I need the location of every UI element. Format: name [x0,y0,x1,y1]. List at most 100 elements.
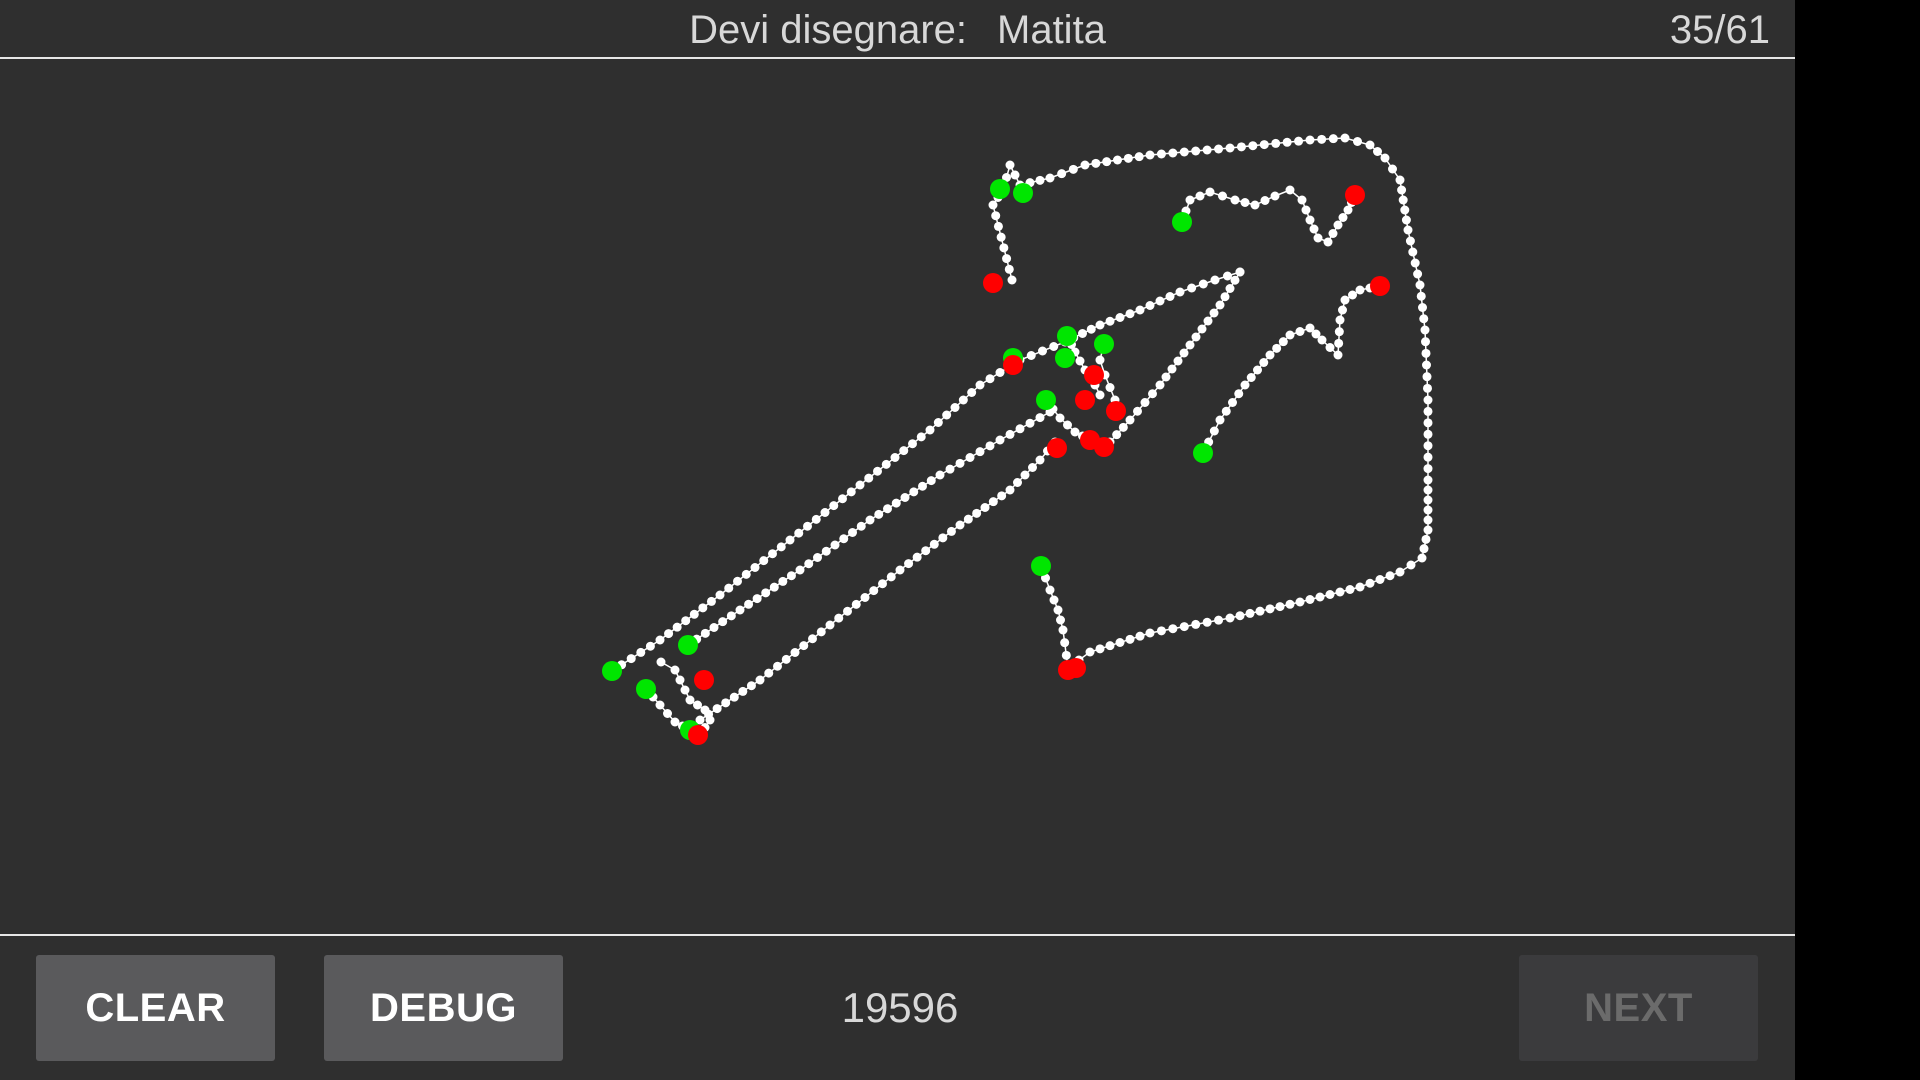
stroke-point [790,648,800,657]
stroke-point [1272,343,1282,353]
stroke-point [851,599,861,609]
stroke-point [1423,418,1433,428]
stroke-point [1156,626,1166,636]
stroke-point [985,374,995,384]
stroke-point [999,243,1009,253]
stroke-point [890,453,900,462]
prompt-label: Devi disegnare: [689,8,967,52]
next-button[interactable]: NEXT [1519,955,1758,1061]
stroke-point [1145,628,1155,638]
stroke-point [1010,170,1020,180]
stroke-point [1340,133,1350,143]
stroke-point [1005,485,1015,495]
drawing-prompt: Devi disegnare: Matita [0,0,1795,57]
stroke-point [1156,149,1166,159]
stroke-point [1020,470,1030,480]
stroke-point [1328,229,1338,238]
stroke-point [1125,415,1135,425]
stroke-point [1095,644,1105,654]
stroke-start-point [678,635,698,655]
stroke-point [995,435,1005,445]
stroke-point [1038,346,1047,356]
stroke-point [1285,599,1295,609]
stroke-point [991,211,1001,221]
stroke-point [955,458,965,468]
stroke-point [950,403,960,412]
stroke-point [1209,308,1219,318]
drawing-canvas[interactable] [0,59,1795,934]
stroke-point [1191,146,1201,156]
stroke-start-point [1013,183,1033,203]
stroke-point [1334,327,1344,337]
stroke-point [1234,389,1244,399]
stroke-point [1420,325,1430,335]
stroke-point [785,535,795,545]
stroke-point [1179,348,1189,358]
stroke-point [912,552,922,562]
stroke-point [958,395,968,405]
score-display: 19596 [841,984,959,1031]
stroke-point [1198,279,1208,289]
stroke-point [755,675,765,685]
stroke-point [1228,398,1237,407]
stroke-point [1102,157,1112,167]
stroke-point [1419,314,1429,324]
sketch-stroke [607,267,1245,676]
stroke-point [1045,173,1055,183]
debug-button[interactable]: DEBUG [324,955,563,1061]
stroke-point [1230,275,1240,285]
stroke-point [1333,220,1343,230]
stroke-point [856,521,866,531]
stroke-point [663,709,672,718]
stroke-end-point [1370,276,1390,296]
stroke-point [935,470,945,480]
stroke-end-point [688,725,708,745]
stroke-point [967,388,977,397]
footer-divider [0,934,1795,936]
stroke-point [946,526,956,536]
stroke-point [993,221,1003,231]
stroke-point [864,473,874,483]
stroke-point [1325,343,1335,352]
stroke-point [1155,296,1165,306]
stroke-point [1155,380,1165,390]
stroke-point [764,668,774,678]
stroke-point [1203,316,1213,326]
stroke-point [816,627,826,637]
stroke-point [1134,152,1144,162]
stroke-point [891,498,901,508]
stroke-start-point [636,679,656,699]
stroke-point [813,553,822,562]
stroke-point [1187,283,1197,293]
stroke-point [700,705,710,715]
stroke-point [726,611,736,621]
stroke-point [1250,200,1260,210]
stroke-point [1085,647,1095,657]
stroke-point [929,539,939,549]
stroke-start-point [1031,556,1051,576]
stroke-point [1305,595,1315,604]
stroke-point [1423,495,1433,505]
stroke-point [988,497,998,507]
stroke-line [699,441,1056,721]
clear-button[interactable]: CLEAR [36,955,275,1061]
stroke-point [675,675,685,685]
sketch-stroke [695,437,1060,725]
stroke-point [1113,155,1122,165]
stroke-point [1185,195,1195,205]
stroke-point [1422,372,1432,382]
stroke-point [1075,356,1085,366]
stroke-start-point [1055,348,1075,368]
stroke-point [1049,342,1059,351]
sketch-stroke [1036,561,1073,673]
stroke-point [626,654,636,664]
stroke-point [778,576,788,586]
stroke-point [752,594,762,604]
stroke-point [945,464,955,474]
stroke-point [1335,315,1345,325]
stroke-point [715,590,725,600]
stroke-point [1421,337,1430,347]
stroke-point [1334,338,1344,348]
stroke-point [1406,560,1416,570]
stroke-point [795,565,805,575]
